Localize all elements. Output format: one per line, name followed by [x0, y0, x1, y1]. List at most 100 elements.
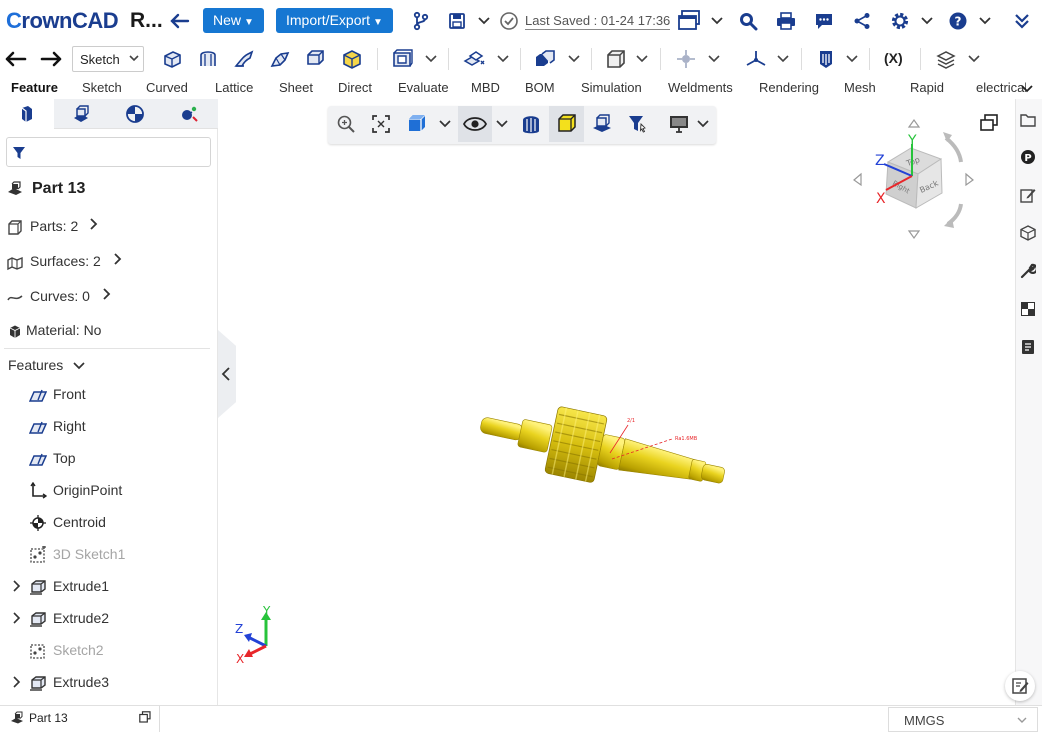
- expand-extrude2-chevron-icon[interactable]: [12, 612, 22, 624]
- checker-pattern-icon[interactable]: [1016, 297, 1040, 321]
- restore-window-icon[interactable]: [977, 111, 1001, 135]
- feature-item-originpoint[interactable]: OriginPoint: [53, 482, 122, 498]
- layers-tool-icon[interactable]: [934, 47, 958, 71]
- variables-button[interactable]: (X): [884, 50, 903, 66]
- feedback-button[interactable]: [1005, 671, 1035, 701]
- solid-box-tool-icon[interactable]: [604, 47, 628, 71]
- curves-count[interactable]: Curves: 0: [30, 288, 90, 304]
- selection-filter-icon[interactable]: [626, 112, 650, 136]
- extrude-tool-icon[interactable]: [160, 47, 184, 71]
- feature-item-extrude2[interactable]: Extrude2: [53, 610, 109, 626]
- tab-mesh[interactable]: Mesh: [844, 80, 876, 95]
- transform-tool-icon[interactable]: [462, 47, 486, 71]
- tab-electrical[interactable]: electrical: [976, 80, 1026, 95]
- sweep-tool-icon[interactable]: [232, 47, 256, 71]
- feature-filter-input[interactable]: [6, 137, 211, 167]
- feature-tree-tab[interactable]: [0, 99, 54, 129]
- redo-icon[interactable]: [39, 47, 63, 71]
- coordinate-system-tool-icon[interactable]: [744, 47, 768, 71]
- visibility-eye-icon[interactable]: [463, 112, 487, 136]
- parts-count[interactable]: Parts: 2: [30, 218, 78, 234]
- tab-mbd[interactable]: MBD: [471, 80, 500, 95]
- standard-views-cube-icon[interactable]: [405, 111, 429, 135]
- feature-item-extrude3[interactable]: Extrude3: [53, 674, 109, 690]
- back-arrow-icon[interactable]: [168, 9, 192, 33]
- feature-item-extrude1[interactable]: Extrude1: [53, 578, 109, 594]
- loft-tool-icon[interactable]: [268, 47, 292, 71]
- surfaces-expand-chevron-icon[interactable]: [113, 252, 123, 266]
- curves-expand-chevron-icon[interactable]: [102, 287, 112, 301]
- shell-chevron-icon[interactable]: [425, 54, 437, 66]
- tab-lattice[interactable]: Lattice: [215, 80, 253, 95]
- solid-chevron-icon[interactable]: [636, 54, 648, 66]
- settings-chevron-icon[interactable]: [915, 9, 939, 33]
- parts-expand-chevron-icon[interactable]: [89, 217, 99, 231]
- pattern-tool-icon[interactable]: [533, 47, 557, 71]
- assembly-tab-icon[interactable]: [54, 99, 108, 129]
- pattern-chevron-icon[interactable]: [568, 54, 580, 66]
- transform-chevron-icon[interactable]: [497, 54, 509, 66]
- search-icon[interactable]: [736, 9, 760, 33]
- features-header[interactable]: Features: [8, 357, 85, 373]
- undo-icon[interactable]: [4, 47, 28, 71]
- settings-gear-icon[interactable]: [888, 9, 912, 33]
- tab-weldments[interactable]: Weldments: [668, 80, 733, 95]
- save-options-chevron-icon[interactable]: [472, 9, 496, 33]
- more-tabs-chevron-icon[interactable]: [1021, 84, 1033, 96]
- monitor-display-icon[interactable]: [667, 112, 691, 136]
- standard-views-chevron-icon[interactable]: [439, 119, 451, 131]
- appearance-tab-icon[interactable]: [108, 99, 162, 129]
- tab-rendering[interactable]: Rendering: [759, 80, 819, 95]
- shaded-display-icon[interactable]: [555, 111, 579, 135]
- material-chevron-icon[interactable]: [846, 54, 858, 66]
- tab-sketch[interactable]: Sketch: [82, 80, 122, 95]
- comment-icon[interactable]: [812, 9, 836, 33]
- last-saved-status[interactable]: Last Saved : 01-24 17:36: [525, 13, 671, 30]
- feature-item-front[interactable]: Front: [53, 386, 86, 402]
- reference-point-chevron-icon[interactable]: [708, 54, 720, 66]
- model-cube-icon[interactable]: [1016, 221, 1040, 245]
- layers-chevron-icon[interactable]: [968, 54, 980, 66]
- material-tool-icon[interactable]: [814, 47, 838, 71]
- display-chevron-icon[interactable]: [705, 9, 729, 33]
- share-icon[interactable]: [850, 9, 874, 33]
- render-tab-icon[interactable]: [162, 99, 216, 129]
- tab-evaluate[interactable]: Evaluate: [398, 80, 449, 95]
- zoom-icon[interactable]: [334, 112, 358, 136]
- section-view-icon[interactable]: [519, 112, 543, 136]
- assembly-view-icon[interactable]: [590, 112, 614, 136]
- sketch-mode-select[interactable]: Sketch: [72, 46, 144, 72]
- import-export-button[interactable]: Import/Export ▼: [276, 8, 393, 33]
- print-icon[interactable]: [774, 9, 798, 33]
- help-chevron-icon[interactable]: [973, 9, 997, 33]
- revolve-tool-icon[interactable]: [196, 47, 220, 71]
- part-title[interactable]: Part 13: [32, 180, 85, 198]
- tab-bom[interactable]: BOM: [525, 80, 555, 95]
- collapse-header-icon[interactable]: [1010, 9, 1034, 33]
- folder-icon[interactable]: [1016, 108, 1040, 132]
- tab-sheet[interactable]: Sheet: [279, 80, 313, 95]
- new-button[interactable]: New ▼: [203, 8, 264, 33]
- feature-item-sketch2[interactable]: Sketch2: [53, 642, 104, 658]
- crowncad-logo[interactable]: CrownCAD: [6, 8, 119, 34]
- part-tab-restore-icon[interactable]: [139, 711, 151, 723]
- feature-item-centroid[interactable]: Centroid: [53, 514, 106, 530]
- boss-tool-icon[interactable]: [304, 47, 328, 71]
- box-tool-icon[interactable]: [340, 47, 364, 71]
- help-icon[interactable]: ?: [946, 9, 970, 33]
- feature-item-right[interactable]: Right: [53, 418, 86, 434]
- document-title[interactable]: R...: [130, 9, 163, 33]
- units-select[interactable]: MMGS: [888, 707, 1038, 732]
- shell-tool-icon[interactable]: [390, 47, 414, 71]
- expand-extrude3-chevron-icon[interactable]: [12, 676, 22, 688]
- material-status[interactable]: Material: No: [26, 322, 101, 338]
- tab-direct[interactable]: Direct: [338, 80, 372, 95]
- expand-extrude1-chevron-icon[interactable]: [12, 580, 22, 592]
- tab-rapid[interactable]: Rapid: [910, 80, 944, 95]
- notes-book-icon[interactable]: [1016, 335, 1040, 359]
- edit-icon[interactable]: [1016, 183, 1040, 207]
- tab-curved[interactable]: Curved: [146, 80, 188, 95]
- gear-shaft-model[interactable]: 2/1 Ra1.6MB: [470, 405, 740, 520]
- properties-p-icon[interactable]: P: [1016, 145, 1040, 169]
- collapse-panel-chevron-icon[interactable]: [221, 366, 231, 382]
